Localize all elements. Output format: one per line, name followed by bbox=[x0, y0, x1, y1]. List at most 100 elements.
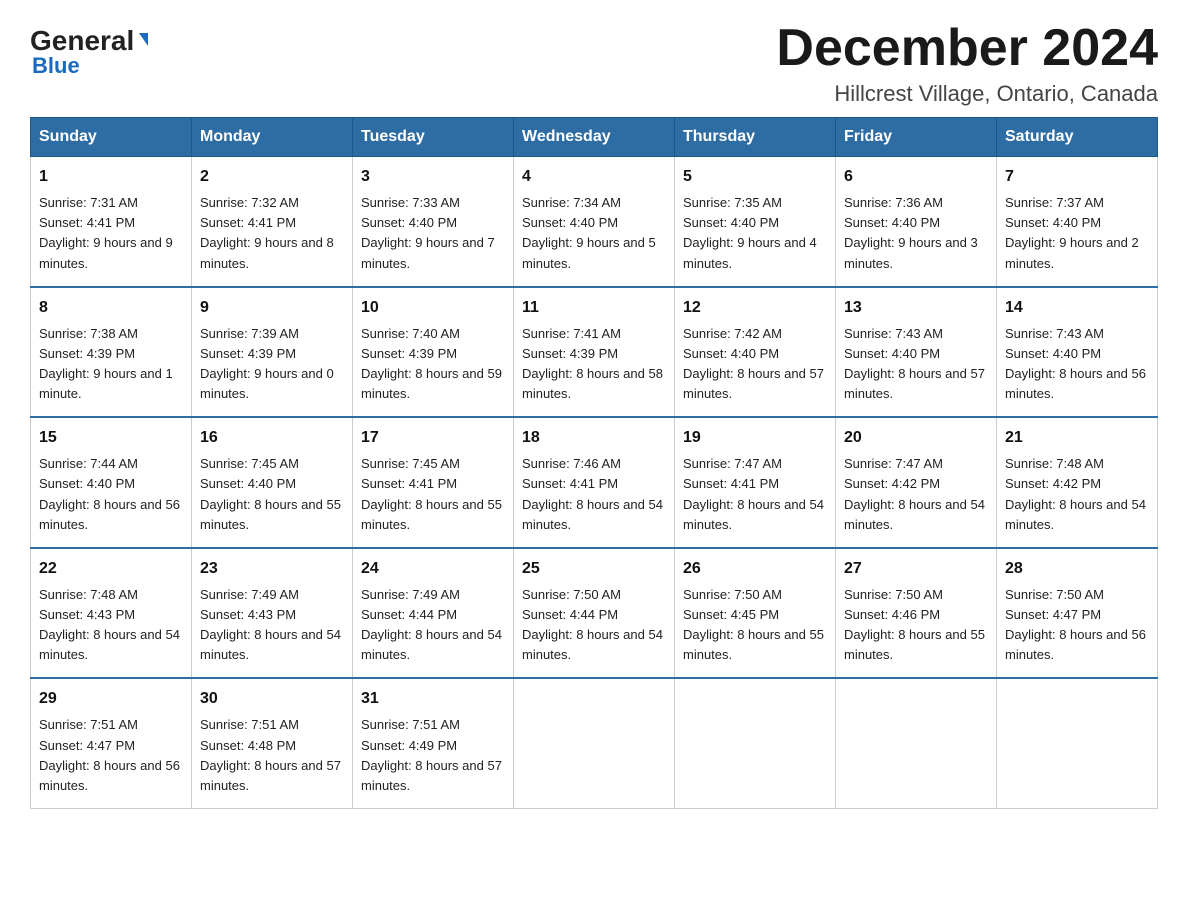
day-info: Sunrise: 7:41 AM Sunset: 4:39 PM Dayligh… bbox=[522, 324, 666, 405]
day-number: 17 bbox=[361, 426, 505, 450]
day-info: Sunrise: 7:48 AM Sunset: 4:43 PM Dayligh… bbox=[39, 585, 183, 666]
day-number: 8 bbox=[39, 296, 183, 320]
day-number: 10 bbox=[361, 296, 505, 320]
day-info: Sunrise: 7:46 AM Sunset: 4:41 PM Dayligh… bbox=[522, 454, 666, 535]
day-info: Sunrise: 7:51 AM Sunset: 4:49 PM Dayligh… bbox=[361, 715, 505, 796]
page-title: December 2024 bbox=[776, 20, 1158, 77]
logo-blue-text: Blue bbox=[32, 53, 80, 79]
col-sunday: Sunday bbox=[31, 118, 192, 157]
day-number: 22 bbox=[39, 557, 183, 581]
table-row: 22 Sunrise: 7:48 AM Sunset: 4:43 PM Dayl… bbox=[31, 548, 192, 679]
table-row: 4 Sunrise: 7:34 AM Sunset: 4:40 PM Dayli… bbox=[514, 157, 675, 287]
title-block: December 2024 Hillcrest Village, Ontario… bbox=[776, 20, 1158, 107]
day-info: Sunrise: 7:50 AM Sunset: 4:46 PM Dayligh… bbox=[844, 585, 988, 666]
day-number: 6 bbox=[844, 165, 988, 189]
day-number: 21 bbox=[1005, 426, 1149, 450]
day-info: Sunrise: 7:45 AM Sunset: 4:40 PM Dayligh… bbox=[200, 454, 344, 535]
day-info: Sunrise: 7:44 AM Sunset: 4:40 PM Dayligh… bbox=[39, 454, 183, 535]
table-row: 28 Sunrise: 7:50 AM Sunset: 4:47 PM Dayl… bbox=[997, 548, 1158, 679]
table-row: 19 Sunrise: 7:47 AM Sunset: 4:41 PM Dayl… bbox=[675, 417, 836, 548]
table-row: 29 Sunrise: 7:51 AM Sunset: 4:47 PM Dayl… bbox=[31, 678, 192, 808]
day-info: Sunrise: 7:43 AM Sunset: 4:40 PM Dayligh… bbox=[1005, 324, 1149, 405]
table-row: 6 Sunrise: 7:36 AM Sunset: 4:40 PM Dayli… bbox=[836, 157, 997, 287]
day-number: 16 bbox=[200, 426, 344, 450]
day-number: 19 bbox=[683, 426, 827, 450]
table-row: 13 Sunrise: 7:43 AM Sunset: 4:40 PM Dayl… bbox=[836, 287, 997, 418]
table-row: 23 Sunrise: 7:49 AM Sunset: 4:43 PM Dayl… bbox=[192, 548, 353, 679]
day-number: 25 bbox=[522, 557, 666, 581]
table-row: 14 Sunrise: 7:43 AM Sunset: 4:40 PM Dayl… bbox=[997, 287, 1158, 418]
logo-triangle-icon bbox=[139, 33, 148, 46]
col-wednesday: Wednesday bbox=[514, 118, 675, 157]
table-row: 7 Sunrise: 7:37 AM Sunset: 4:40 PM Dayli… bbox=[997, 157, 1158, 287]
col-monday: Monday bbox=[192, 118, 353, 157]
day-info: Sunrise: 7:47 AM Sunset: 4:41 PM Dayligh… bbox=[683, 454, 827, 535]
day-info: Sunrise: 7:49 AM Sunset: 4:44 PM Dayligh… bbox=[361, 585, 505, 666]
day-number: 5 bbox=[683, 165, 827, 189]
day-number: 3 bbox=[361, 165, 505, 189]
day-number: 18 bbox=[522, 426, 666, 450]
day-info: Sunrise: 7:51 AM Sunset: 4:48 PM Dayligh… bbox=[200, 715, 344, 796]
day-number: 9 bbox=[200, 296, 344, 320]
day-number: 11 bbox=[522, 296, 666, 320]
day-number: 15 bbox=[39, 426, 183, 450]
day-number: 20 bbox=[844, 426, 988, 450]
table-row: 12 Sunrise: 7:42 AM Sunset: 4:40 PM Dayl… bbox=[675, 287, 836, 418]
day-info: Sunrise: 7:36 AM Sunset: 4:40 PM Dayligh… bbox=[844, 193, 988, 274]
table-row: 30 Sunrise: 7:51 AM Sunset: 4:48 PM Dayl… bbox=[192, 678, 353, 808]
table-row: 1 Sunrise: 7:31 AM Sunset: 4:41 PM Dayli… bbox=[31, 157, 192, 287]
table-row bbox=[836, 678, 997, 808]
table-row: 10 Sunrise: 7:40 AM Sunset: 4:39 PM Dayl… bbox=[353, 287, 514, 418]
table-row: 27 Sunrise: 7:50 AM Sunset: 4:46 PM Dayl… bbox=[836, 548, 997, 679]
table-row: 17 Sunrise: 7:45 AM Sunset: 4:41 PM Dayl… bbox=[353, 417, 514, 548]
day-info: Sunrise: 7:33 AM Sunset: 4:40 PM Dayligh… bbox=[361, 193, 505, 274]
table-row: 24 Sunrise: 7:49 AM Sunset: 4:44 PM Dayl… bbox=[353, 548, 514, 679]
table-row: 21 Sunrise: 7:48 AM Sunset: 4:42 PM Dayl… bbox=[997, 417, 1158, 548]
table-row: 5 Sunrise: 7:35 AM Sunset: 4:40 PM Dayli… bbox=[675, 157, 836, 287]
day-info: Sunrise: 7:38 AM Sunset: 4:39 PM Dayligh… bbox=[39, 324, 183, 405]
col-thursday: Thursday bbox=[675, 118, 836, 157]
day-number: 14 bbox=[1005, 296, 1149, 320]
day-info: Sunrise: 7:43 AM Sunset: 4:40 PM Dayligh… bbox=[844, 324, 988, 405]
day-number: 13 bbox=[844, 296, 988, 320]
day-number: 28 bbox=[1005, 557, 1149, 581]
table-row: 16 Sunrise: 7:45 AM Sunset: 4:40 PM Dayl… bbox=[192, 417, 353, 548]
day-info: Sunrise: 7:50 AM Sunset: 4:45 PM Dayligh… bbox=[683, 585, 827, 666]
calendar-table: Sunday Monday Tuesday Wednesday Thursday… bbox=[30, 117, 1158, 809]
table-row: 2 Sunrise: 7:32 AM Sunset: 4:41 PM Dayli… bbox=[192, 157, 353, 287]
day-number: 2 bbox=[200, 165, 344, 189]
day-info: Sunrise: 7:51 AM Sunset: 4:47 PM Dayligh… bbox=[39, 715, 183, 796]
day-number: 4 bbox=[522, 165, 666, 189]
day-info: Sunrise: 7:32 AM Sunset: 4:41 PM Dayligh… bbox=[200, 193, 344, 274]
day-info: Sunrise: 7:47 AM Sunset: 4:42 PM Dayligh… bbox=[844, 454, 988, 535]
calendar-header-row: Sunday Monday Tuesday Wednesday Thursday… bbox=[31, 118, 1158, 157]
page-subtitle: Hillcrest Village, Ontario, Canada bbox=[776, 81, 1158, 107]
table-row: 11 Sunrise: 7:41 AM Sunset: 4:39 PM Dayl… bbox=[514, 287, 675, 418]
day-number: 27 bbox=[844, 557, 988, 581]
table-row: 18 Sunrise: 7:46 AM Sunset: 4:41 PM Dayl… bbox=[514, 417, 675, 548]
day-number: 31 bbox=[361, 687, 505, 711]
day-info: Sunrise: 7:49 AM Sunset: 4:43 PM Dayligh… bbox=[200, 585, 344, 666]
day-number: 1 bbox=[39, 165, 183, 189]
day-info: Sunrise: 7:37 AM Sunset: 4:40 PM Dayligh… bbox=[1005, 193, 1149, 274]
logo: General Blue bbox=[30, 20, 148, 79]
table-row bbox=[997, 678, 1158, 808]
col-friday: Friday bbox=[836, 118, 997, 157]
day-number: 29 bbox=[39, 687, 183, 711]
table-row: 15 Sunrise: 7:44 AM Sunset: 4:40 PM Dayl… bbox=[31, 417, 192, 548]
table-row: 20 Sunrise: 7:47 AM Sunset: 4:42 PM Dayl… bbox=[836, 417, 997, 548]
table-row bbox=[514, 678, 675, 808]
table-row: 3 Sunrise: 7:33 AM Sunset: 4:40 PM Dayli… bbox=[353, 157, 514, 287]
day-info: Sunrise: 7:50 AM Sunset: 4:47 PM Dayligh… bbox=[1005, 585, 1149, 666]
day-info: Sunrise: 7:39 AM Sunset: 4:39 PM Dayligh… bbox=[200, 324, 344, 405]
day-info: Sunrise: 7:50 AM Sunset: 4:44 PM Dayligh… bbox=[522, 585, 666, 666]
page-header: General Blue December 2024 Hillcrest Vil… bbox=[30, 20, 1158, 107]
day-number: 23 bbox=[200, 557, 344, 581]
day-info: Sunrise: 7:42 AM Sunset: 4:40 PM Dayligh… bbox=[683, 324, 827, 405]
day-number: 7 bbox=[1005, 165, 1149, 189]
table-row: 9 Sunrise: 7:39 AM Sunset: 4:39 PM Dayli… bbox=[192, 287, 353, 418]
col-tuesday: Tuesday bbox=[353, 118, 514, 157]
day-number: 12 bbox=[683, 296, 827, 320]
day-number: 26 bbox=[683, 557, 827, 581]
table-row: 26 Sunrise: 7:50 AM Sunset: 4:45 PM Dayl… bbox=[675, 548, 836, 679]
